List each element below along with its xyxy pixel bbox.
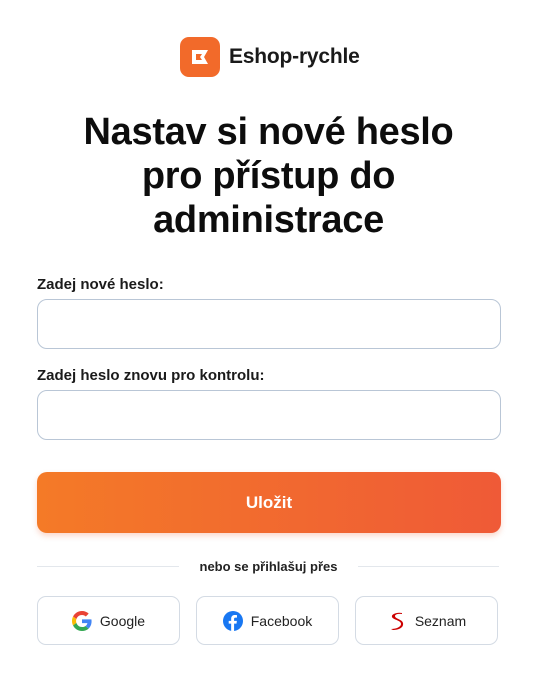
google-icon — [71, 610, 92, 631]
facebook-icon — [222, 610, 243, 631]
seznam-login-button[interactable]: Seznam — [355, 596, 498, 645]
save-button[interactable]: Uložit — [37, 472, 501, 533]
title-line-1: Nastav si nové heslo — [83, 111, 454, 153]
google-login-label: Google — [99, 612, 146, 629]
google-login-button[interactable]: Google — [37, 596, 180, 645]
confirm-password-label: Zadej heslo znovu pro kontrolu: — [37, 367, 265, 384]
page-title: Nastav si nové heslo pro přístup do admi… — [30, 110, 507, 242]
new-password-field[interactable] — [37, 299, 501, 349]
divider-line-right — [358, 566, 499, 567]
facebook-login-button[interactable]: Facebook — [196, 596, 339, 645]
confirm-password-field[interactable] — [37, 390, 501, 440]
seznam-icon — [387, 611, 407, 631]
brand-logo[interactable]: Eshop-rychle — [180, 37, 360, 77]
seznam-login-label: Seznam — [414, 612, 467, 629]
brand-name: Eshop-rychle — [229, 45, 360, 68]
divider-line-left — [37, 566, 179, 567]
title-line-2: pro přístup do — [141, 155, 396, 197]
rocket-ticket-icon — [180, 37, 220, 77]
title-line-3: administrace — [153, 199, 384, 241]
new-password-label: Zadej nové heslo: — [37, 276, 164, 293]
facebook-login-label: Facebook — [250, 612, 313, 629]
social-login-divider-text: nebo se přihlašuj přes — [199, 559, 338, 574]
